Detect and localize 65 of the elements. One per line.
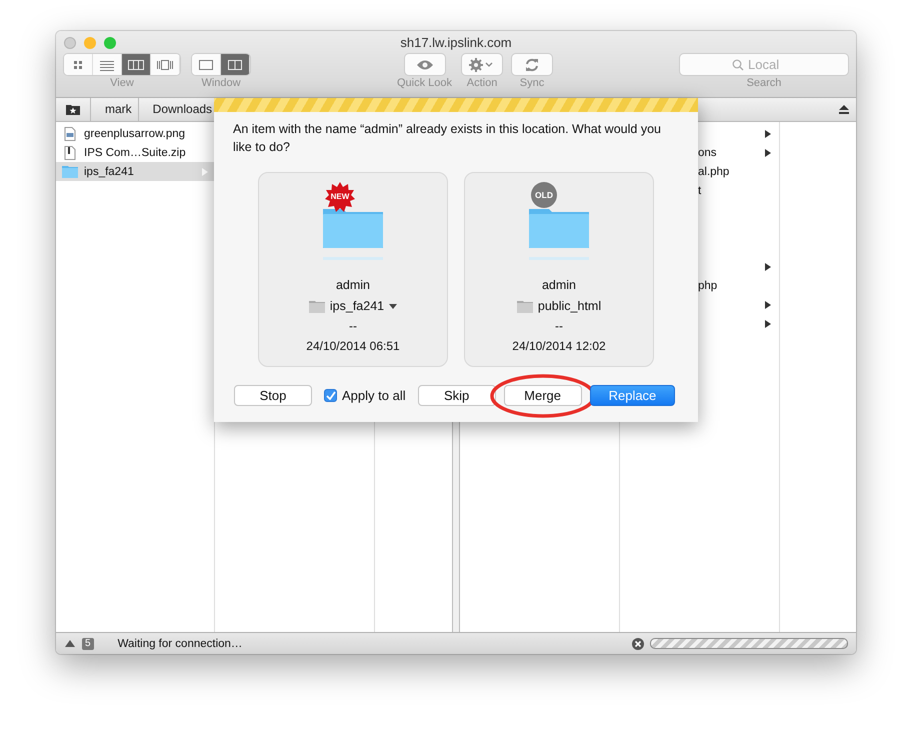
- item-name: admin: [336, 278, 370, 292]
- file-row[interactable]: ips_fa241: [56, 162, 214, 181]
- item-date: 24/10/2014 06:51: [306, 339, 400, 353]
- action-label: Sync: [520, 77, 544, 89]
- columns-icon: [127, 58, 145, 70]
- sync-button[interactable]: [512, 54, 552, 75]
- list-view-button[interactable]: [93, 54, 122, 75]
- sync-icon: [524, 58, 540, 72]
- dual-pane-button[interactable]: [221, 54, 250, 75]
- action-label: Action: [466, 77, 498, 89]
- image-file-icon: [62, 126, 78, 140]
- search-field[interactable]: Local: [680, 54, 848, 75]
- gear-icon: [469, 58, 496, 72]
- dialog-button[interactable]: Skip: [418, 385, 496, 406]
- single-pane-button[interactable]: [192, 54, 221, 75]
- file-row[interactable]: greenplusarrow.png: [56, 124, 214, 143]
- file-name: al.php: [698, 166, 730, 178]
- caret-icon[interactable]: [389, 304, 398, 308]
- item-size: --: [555, 319, 563, 333]
- action-button[interactable]: [462, 54, 502, 75]
- item-date: 24/10/2014 12:02: [512, 339, 606, 353]
- single-pane-icon: [198, 58, 214, 70]
- file-row[interactable]: IPS Com…Suite.zip: [56, 143, 214, 162]
- column-view-button[interactable]: [122, 54, 151, 75]
- dual-pane-icon: [227, 58, 243, 70]
- file-name: php: [698, 280, 718, 292]
- folder-icon: [308, 300, 325, 312]
- location-name: ips_fa241: [330, 299, 384, 313]
- item-size: --: [349, 319, 357, 333]
- count-badge: 5: [82, 638, 94, 650]
- checkmark-icon: [326, 391, 336, 400]
- path-crumb[interactable]: mark: [91, 98, 139, 121]
- item-name: admin: [542, 278, 576, 292]
- window-label: Window: [201, 77, 241, 89]
- cover-flow-button[interactable]: [151, 54, 180, 75]
- dialog-message: An item with the name “admin” already exists in this location. What would you like to do?: [233, 121, 662, 156]
- cover-flow-icon: [155, 58, 175, 70]
- folder-icon: [62, 165, 78, 178]
- quick-look-button[interactable]: [404, 54, 445, 75]
- action-label: Quick Look: [397, 77, 452, 89]
- zip-file-icon: [62, 146, 78, 160]
- badge-label: NEW: [330, 192, 350, 201]
- file-name: ons: [698, 146, 717, 158]
- grid-icon: [71, 58, 85, 70]
- icon-view-button[interactable]: [64, 54, 93, 75]
- list-icon: [99, 58, 115, 70]
- apply-to-all-checkbox[interactable]: Apply to all: [324, 388, 406, 403]
- dialog-button[interactable]: Merge: [504, 385, 582, 406]
- folder-icon: [516, 300, 533, 312]
- location-name: public_html: [538, 299, 602, 313]
- cancel-icon[interactable]: [632, 638, 644, 650]
- star-folder-icon: [65, 103, 81, 116]
- triangle-up-icon[interactable]: [64, 639, 76, 648]
- status-message: Waiting for connection…: [118, 638, 242, 650]
- badge-label: OLD: [534, 190, 554, 200]
- eject-icon[interactable]: [838, 104, 850, 115]
- old-badge: [530, 181, 558, 209]
- file-name: t: [698, 184, 702, 196]
- eye-icon: [416, 58, 434, 70]
- search-icon: [732, 59, 744, 71]
- dialog-button[interactable]: Stop: [234, 385, 312, 406]
- search-label: Search: [746, 77, 782, 89]
- new-badge: [324, 181, 356, 213]
- view-label: View: [110, 77, 134, 89]
- window-title: sh17.lw.ipslink.com: [400, 35, 512, 50]
